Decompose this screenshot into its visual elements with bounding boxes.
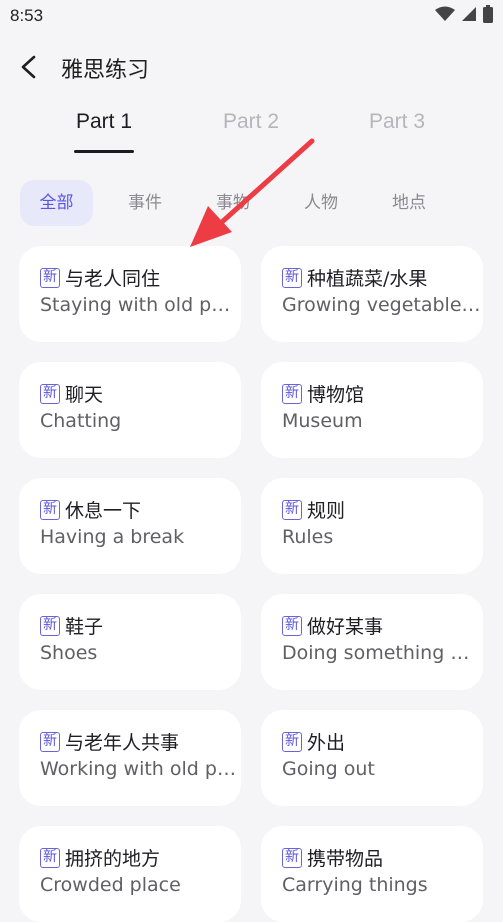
new-badge: 新: [40, 267, 60, 288]
topic-card[interactable]: 新 种植蔬菜/水果 Growing vegetables/fruits: [261, 246, 483, 342]
status-time: 8:53: [10, 6, 44, 25]
new-badge: 新: [282, 847, 302, 868]
topic-title: 拥挤的地方: [65, 848, 161, 870]
topic-card[interactable]: 新 鞋子 Shoes: [19, 594, 241, 690]
card-title-row: 新 携带物品: [282, 844, 383, 871]
signal-icon: [462, 7, 476, 21]
topic-subtitle: Staying with old people: [40, 294, 240, 316]
tab-part-2[interactable]: Part 2: [216, 110, 286, 134]
new-badge: 新: [282, 731, 302, 752]
filter-events[interactable]: 事件: [112, 180, 178, 226]
card-title-row: 新 种植蔬菜/水果: [282, 264, 427, 291]
card-title-row: 新 鞋子: [40, 612, 103, 639]
topic-title: 博物馆: [307, 384, 365, 406]
card-title-row: 新 休息一下: [40, 496, 141, 523]
page-title: 雅思练习: [61, 58, 150, 83]
topic-title: 携带物品: [307, 848, 384, 870]
new-badge: 新: [40, 499, 60, 520]
topic-card[interactable]: 新 博物馆 Museum: [261, 362, 483, 458]
topic-title: 与老年人共事: [65, 732, 180, 754]
filter-people[interactable]: 人物: [288, 180, 354, 226]
new-badge: 新: [282, 615, 302, 636]
topic-title: 种植蔬菜/水果: [307, 268, 428, 290]
topic-subtitle: Going out: [282, 758, 375, 780]
topic-subtitle: Doing something well: [282, 642, 482, 664]
tab-part-3[interactable]: Part 3: [362, 110, 432, 134]
topic-subtitle: Museum: [282, 410, 363, 432]
card-title-row: 新 规则: [282, 496, 345, 523]
new-badge: 新: [40, 383, 60, 404]
header: 雅思练习: [0, 42, 503, 92]
topic-title: 与老人同住: [65, 268, 161, 290]
card-title-row: 新 博物馆: [282, 380, 364, 407]
status-bar: 8:53: [0, 0, 503, 34]
topic-subtitle: Having a break: [40, 526, 185, 548]
topic-subtitle: Rules: [282, 526, 334, 548]
topic-card[interactable]: 新 规则 Rules: [261, 478, 483, 574]
back-button[interactable]: [14, 50, 46, 84]
status-icons: [435, 5, 493, 23]
new-badge: 新: [40, 615, 60, 636]
topic-subtitle: Crowded place: [40, 874, 181, 896]
topic-card[interactable]: 新 与老年人共事 Working with old people: [19, 710, 241, 806]
topic-title: 做好某事: [307, 616, 384, 638]
card-title-row: 新 与老年人共事: [40, 728, 179, 755]
topic-subtitle: Chatting: [40, 410, 122, 432]
tab-part-1[interactable]: Part 1: [74, 110, 134, 134]
card-title-row: 新 拥挤的地方: [40, 844, 160, 871]
topic-subtitle: Carrying things: [282, 874, 428, 896]
topic-card[interactable]: 新 聊天 Chatting: [19, 362, 241, 458]
topic-title: 聊天: [65, 384, 104, 406]
card-title-row: 新 聊天: [40, 380, 103, 407]
topic-card[interactable]: 新 外出 Going out: [261, 710, 483, 806]
card-title-row: 新 做好某事: [282, 612, 383, 639]
topic-card[interactable]: 新 携带物品 Carrying things: [261, 826, 483, 922]
topic-title: 休息一下: [65, 500, 142, 522]
active-tab-indicator: [74, 150, 134, 153]
card-title-row: 新 与老人同住: [40, 264, 160, 291]
new-badge: 新: [40, 847, 60, 868]
topic-title: 规则: [307, 500, 346, 522]
part-tabs: Part 1 Part 2 Part 3: [0, 110, 503, 156]
topic-card[interactable]: 新 休息一下 Having a break: [19, 478, 241, 574]
filter-places[interactable]: 地点: [376, 180, 442, 226]
topic-subtitle: Shoes: [40, 642, 98, 664]
new-badge: 新: [282, 499, 302, 520]
new-badge: 新: [282, 267, 302, 288]
topic-subtitle: Working with old people: [40, 758, 240, 780]
topic-subtitle: Growing vegetables/fruits: [282, 294, 482, 316]
topic-card[interactable]: 新 做好某事 Doing something well: [261, 594, 483, 690]
battery-icon: [483, 5, 493, 23]
topic-card[interactable]: 新 与老人同住 Staying with old people: [19, 246, 241, 342]
topic-title: 外出: [307, 732, 346, 754]
card-title-row: 新 外出: [282, 728, 345, 755]
wifi-icon: [435, 6, 455, 21]
new-badge: 新: [40, 731, 60, 752]
back-arrow-icon: [21, 55, 36, 79]
topic-title: 鞋子: [65, 616, 104, 638]
new-badge: 新: [282, 383, 302, 404]
topic-card[interactable]: 新 拥挤的地方 Crowded place: [19, 826, 241, 922]
filter-all[interactable]: 全部: [20, 180, 93, 226]
filter-things[interactable]: 事物: [200, 180, 266, 226]
